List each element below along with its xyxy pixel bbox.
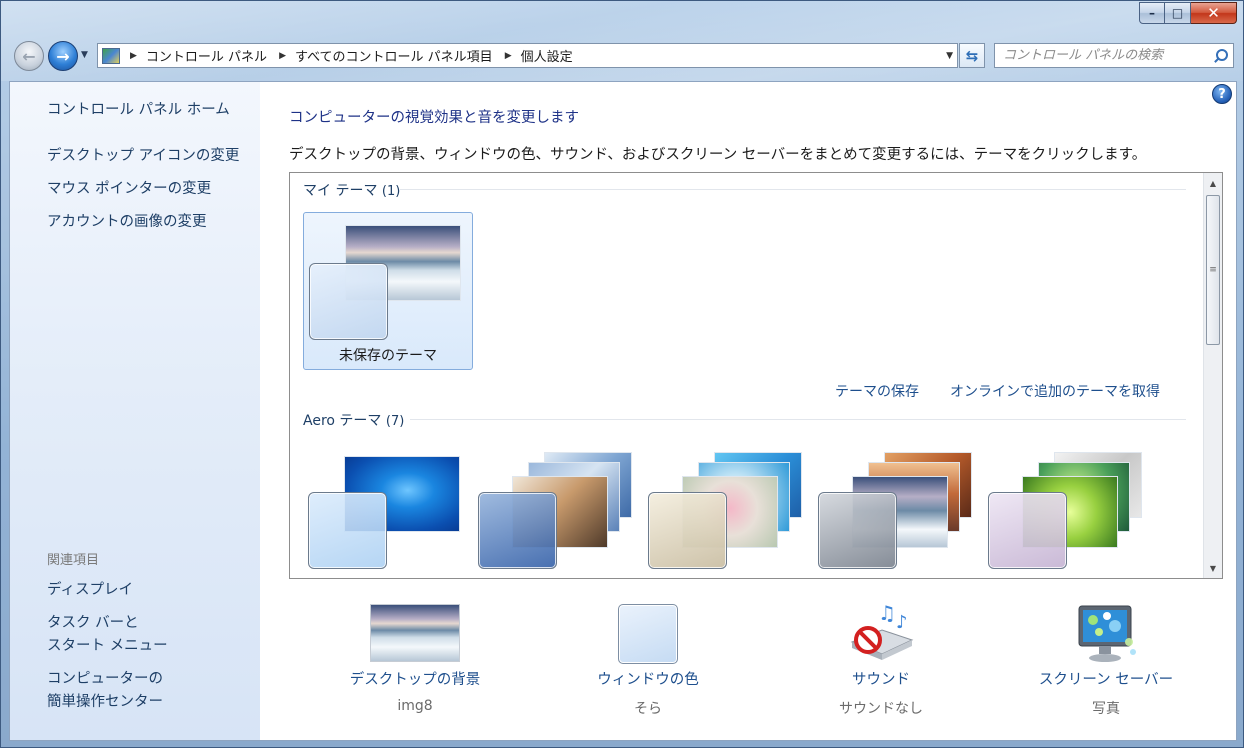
- theme-list-scrollbar[interactable]: ▲ ≡ ▼: [1203, 173, 1222, 578]
- search-icon[interactable]: [1213, 48, 1228, 63]
- group-divider: [400, 189, 1186, 190]
- window-color-glass: [648, 492, 727, 569]
- theme-list[interactable]: マイ テーマ (1) 未保存のテーマ テーマの保存 オンラインで追加のテーマを取…: [289, 172, 1223, 579]
- breadcrumb-control-panel[interactable]: コントロール パネル: [146, 46, 267, 65]
- scroll-up-icon[interactable]: ▲: [1204, 175, 1222, 191]
- page-title: コンピューターの視覚効果と音を変更します: [289, 110, 579, 126]
- breadcrumb-all-items[interactable]: すべてのコントロール パネル項目: [295, 46, 493, 65]
- forward-arrow-icon: →: [56, 46, 70, 66]
- screen-saver-icon[interactable]: [1071, 602, 1141, 666]
- sidebar-item-account-picture[interactable]: アカウントの画像の変更: [47, 211, 207, 234]
- my-themes-header: マイ テーマ (1): [303, 180, 400, 200]
- address-dropdown-icon[interactable]: ▼: [946, 51, 953, 61]
- forward-button[interactable]: →: [48, 41, 78, 71]
- close-button[interactable]: ✕: [1191, 2, 1237, 24]
- theme-aero-landscapes[interactable]: [813, 442, 983, 578]
- theme-aero-characters[interactable]: [643, 442, 813, 578]
- minimize-button[interactable]: –: [1139, 2, 1165, 24]
- window-color-value: そら: [634, 701, 662, 717]
- address-bar[interactable]: ▶ コントロール パネル ▶ すべてのコントロール パネル項目 ▶ 個人設定 ▼: [97, 43, 958, 68]
- group-count: (7): [385, 414, 405, 429]
- caption-buttons: – □ ✕: [1139, 2, 1237, 24]
- theme-aero-architecture[interactable]: [473, 442, 643, 578]
- related-heading: 関連項目: [47, 553, 100, 568]
- sound-muted-icon: ♫ ♪: [850, 601, 914, 660]
- theme-thumbnail: [818, 452, 978, 572]
- desktop-background-link[interactable]: デスクトップの背景: [305, 668, 525, 689]
- window-color-glass: [308, 492, 387, 569]
- back-arrow-icon: ←: [22, 46, 36, 66]
- window-color-glass: [309, 263, 388, 340]
- window-color-glass: [818, 492, 897, 569]
- scroll-thumb[interactable]: ≡: [1206, 195, 1220, 345]
- close-icon: ✕: [1207, 4, 1220, 22]
- breadcrumb-arrow-icon[interactable]: ▶: [505, 51, 512, 61]
- theme-thumbnail: [478, 452, 638, 572]
- screen-saver-value: 写真: [1092, 701, 1120, 717]
- desktop-background-icon[interactable]: [370, 604, 460, 662]
- maximize-icon: □: [1171, 6, 1184, 20]
- help-icon[interactable]: ?: [1212, 84, 1232, 104]
- aero-themes-header: Aero テーマ (7): [303, 410, 404, 430]
- chevron-down-icon: ▼: [81, 50, 88, 60]
- sidebar-control-panel-home[interactable]: コントロール パネル ホーム: [47, 99, 230, 122]
- refresh-button[interactable]: ⇆: [959, 43, 985, 68]
- related-taskbar[interactable]: タスク バーと スタート メニュー: [47, 612, 168, 658]
- sidebar-item-desktop-icons[interactable]: デスクトップ アイコンの変更: [47, 145, 239, 168]
- breadcrumb-arrow-icon[interactable]: ▶: [130, 51, 137, 61]
- svg-text:♫: ♫: [878, 602, 896, 625]
- breadcrumb-arrow-icon[interactable]: ▶: [279, 51, 286, 61]
- save-theme-link[interactable]: テーマの保存: [835, 381, 919, 401]
- control-panel-icon: [102, 47, 120, 64]
- window-frame: – □ ✕ ← → ▼ ▶ コントロール パネル ▶ すべてのコントロール パネ…: [0, 0, 1244, 748]
- theme-thumbnail: [308, 452, 468, 572]
- breadcrumb-personalization[interactable]: 個人設定: [521, 46, 573, 65]
- scroll-down-icon[interactable]: ▼: [1204, 560, 1222, 576]
- theme-thumbnail: [648, 452, 808, 572]
- group-label: マイ テーマ: [303, 183, 378, 199]
- screen-saver-link[interactable]: スクリーン セーバー: [996, 668, 1216, 689]
- main-panel: ? コンピューターの視覚効果と音を変更します デスクトップの背景、ウィンドウの色…: [260, 82, 1236, 740]
- recent-pages-dropdown[interactable]: ▼: [81, 50, 88, 60]
- minimize-icon: –: [1149, 6, 1155, 20]
- theme-thumbnail: [309, 223, 469, 343]
- sound-value: サウンドなし: [839, 701, 923, 717]
- related-display[interactable]: ディスプレイ: [47, 579, 133, 602]
- theme-unsaved[interactable]: 未保存のテーマ: [303, 212, 473, 370]
- window-color-link[interactable]: ウィンドウの色: [538, 668, 758, 689]
- back-button[interactable]: ←: [14, 41, 44, 71]
- window-color-glass: [478, 492, 557, 569]
- window-color-icon[interactable]: [618, 604, 678, 664]
- desktop-background-value: img8: [397, 698, 433, 714]
- svg-text:♪: ♪: [896, 612, 908, 633]
- sound-link[interactable]: サウンド: [771, 668, 991, 689]
- sound-icon[interactable]: ♫ ♪: [846, 601, 916, 666]
- theme-thumbnail: [988, 452, 1148, 572]
- window-color-glass: [988, 492, 1067, 569]
- refresh-icon: ⇆: [965, 46, 979, 65]
- search-box[interactable]: [994, 43, 1234, 68]
- theme-aero-windows7[interactable]: [303, 442, 473, 578]
- get-more-themes-link[interactable]: オンラインで追加のテーマを取得: [950, 381, 1160, 401]
- group-count: (1): [381, 184, 401, 199]
- group-label: Aero テーマ: [303, 413, 382, 429]
- search-input[interactable]: [1003, 48, 1203, 63]
- page-description: デスクトップの背景、ウィンドウの色、サウンド、およびスクリーン セーバーをまとめ…: [289, 147, 1147, 163]
- related-ease-of-access[interactable]: コンピューターの 簡単操作センター: [47, 668, 163, 714]
- sidebar: コントロール パネル ホーム デスクトップ アイコンの変更 マウス ポインターの…: [10, 82, 260, 740]
- screen-saver-monitor-icon: [1078, 605, 1136, 662]
- sidebar-item-mouse-pointer[interactable]: マウス ポインターの変更: [47, 178, 211, 201]
- content-area: コントロール パネル ホーム デスクトップ アイコンの変更 マウス ポインターの…: [9, 81, 1237, 741]
- maximize-button[interactable]: □: [1165, 2, 1191, 24]
- theme-aero-nature[interactable]: [983, 442, 1153, 578]
- theme-name: 未保存のテーマ: [339, 348, 437, 364]
- group-divider: [410, 419, 1186, 420]
